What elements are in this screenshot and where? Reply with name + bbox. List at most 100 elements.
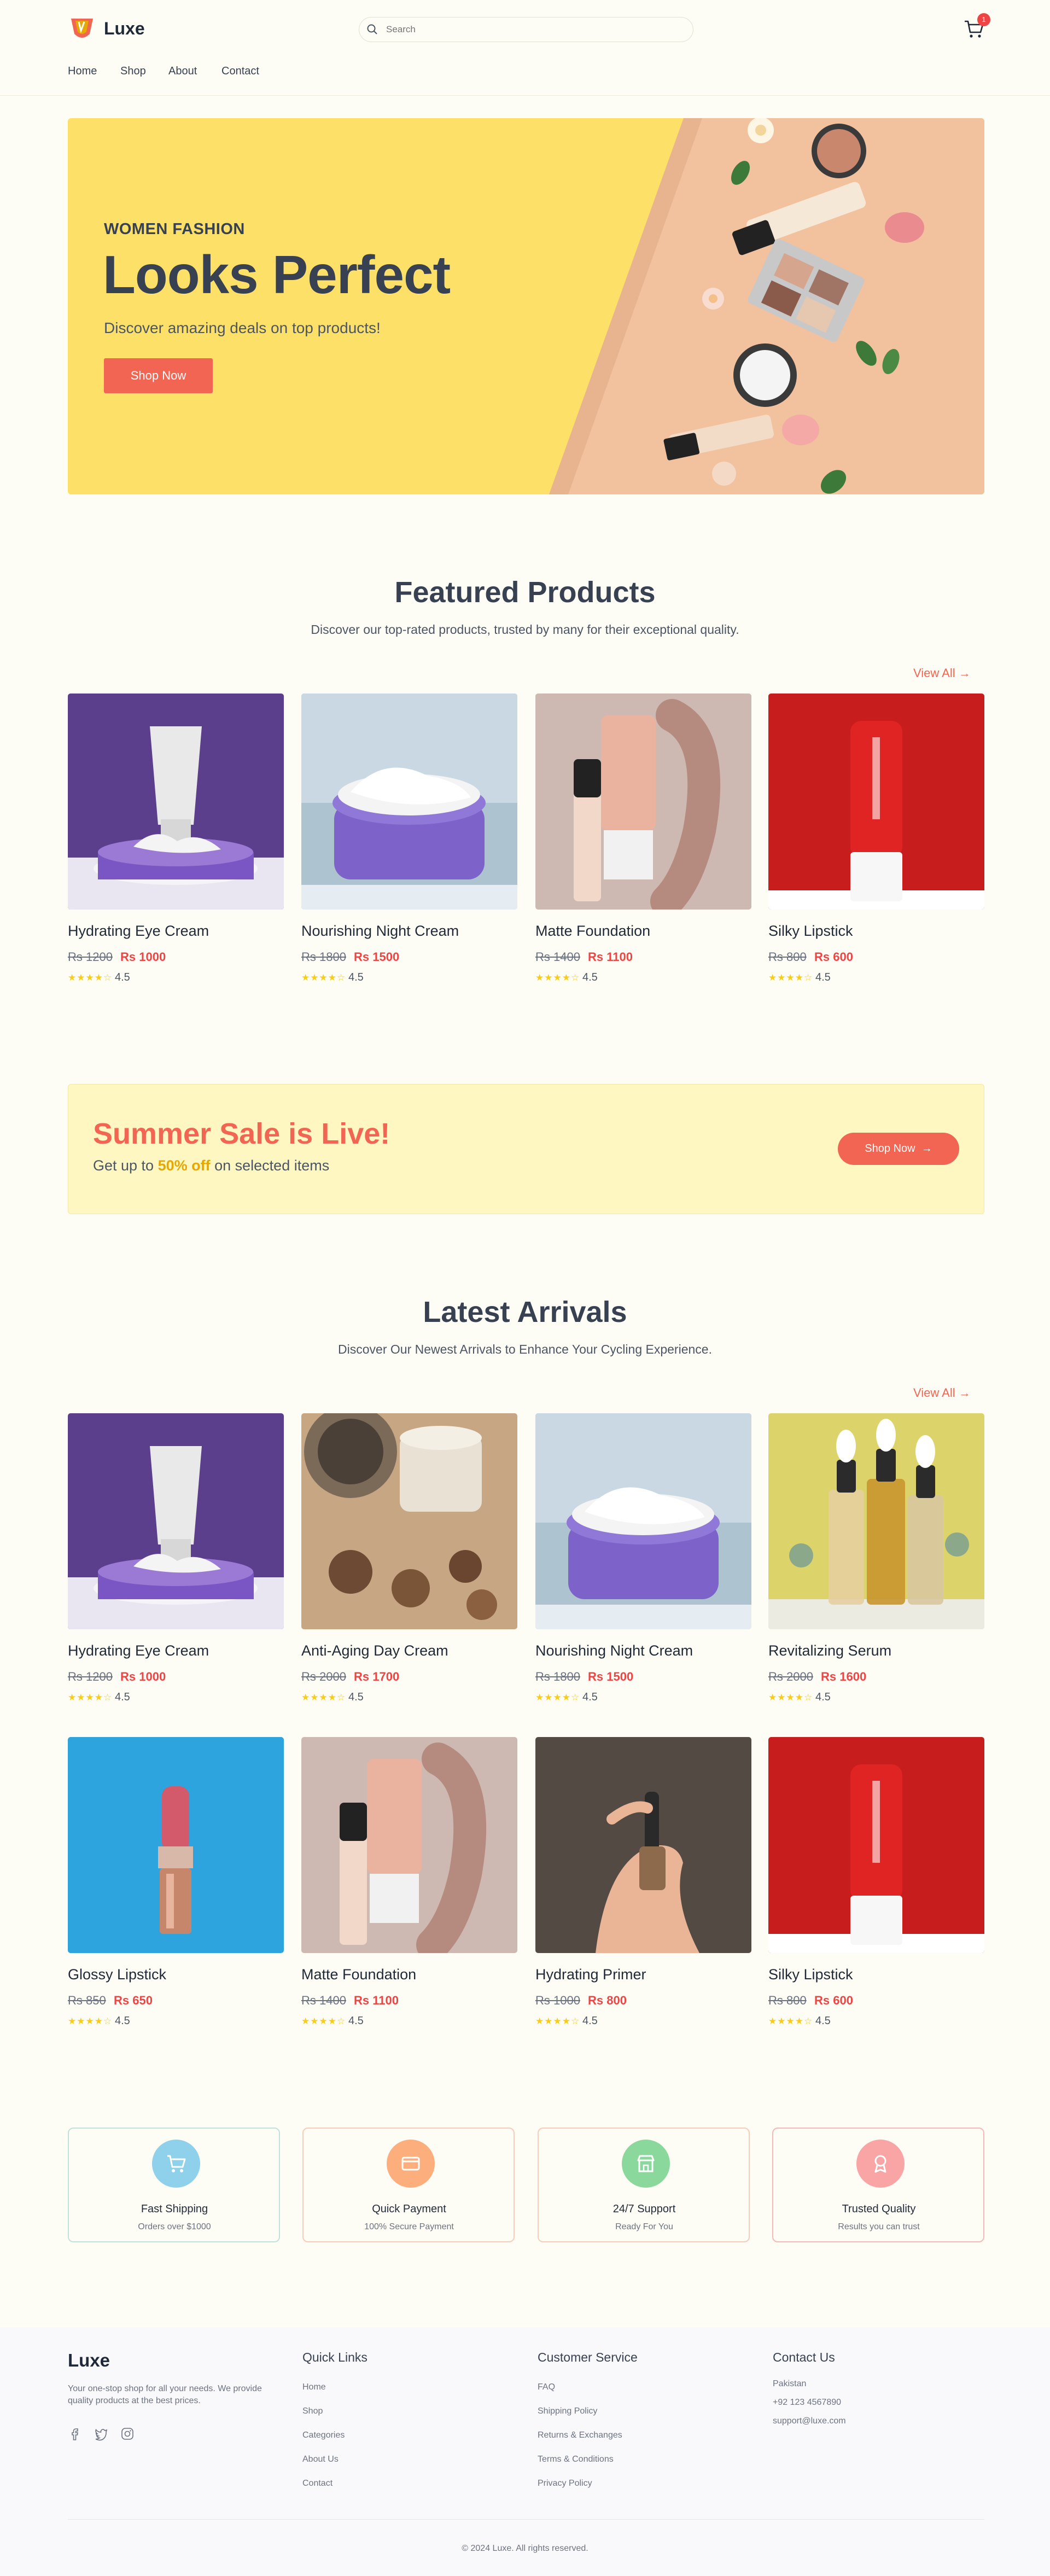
footer-customer-service-item[interactable]: Shipping Policy	[538, 2406, 597, 2416]
product-image[interactable]	[768, 693, 984, 910]
feature-subtitle: Ready For You	[615, 2222, 673, 2231]
footer-customer-service-item[interactable]: Terms & Conditions	[538, 2455, 614, 2464]
logo-icon[interactable]	[68, 15, 96, 43]
sale-shop-now-button[interactable]: Shop Now →	[838, 1133, 959, 1165]
product-image[interactable]	[768, 1737, 984, 1953]
product-name[interactable]: Hydrating Primer	[535, 1966, 646, 1983]
product-image[interactable]	[535, 693, 751, 910]
star-rating-icon: ★★★★☆	[535, 2016, 580, 2026]
feature-subtitle: 100% Secure Payment	[364, 2222, 454, 2231]
site-header	[0, 0, 1050, 96]
credit-card-icon	[387, 2140, 435, 2188]
product-price: Rs 600	[814, 950, 853, 964]
footer-brand[interactable]: Luxe	[68, 2350, 110, 2371]
product-price: Rs 600	[814, 1994, 853, 2007]
product-price: Rs 650	[114, 1994, 153, 2007]
star-rating-icon: ★★★★☆	[68, 972, 113, 983]
latest-title: Latest Arrivals	[423, 1296, 627, 1328]
featured-view-all-link[interactable]: View All →	[913, 666, 971, 680]
product-image[interactable]	[301, 1737, 517, 1953]
star-rating-icon: ★★★★☆	[68, 1692, 113, 1703]
product-card[interactable]: Nourishing Night Cream Rs 1800 Rs 1500 ★★★★…	[301, 693, 517, 1003]
product-image[interactable]	[535, 1737, 751, 1953]
footer-contact-item: +92 123 4567890	[773, 2398, 842, 2407]
product-name[interactable]: Hydrating Eye Cream	[68, 1642, 209, 1659]
latest-view-all-link[interactable]: View All →	[913, 1386, 971, 1400]
product-name[interactable]: Nourishing Night Cream	[301, 923, 459, 940]
product-name[interactable]: Revitalizing Serum	[768, 1642, 891, 1659]
feature-subtitle: Results you can trust	[838, 2222, 920, 2231]
footer-quick-links-item[interactable]: Contact	[302, 2479, 332, 2488]
footer-quick-links-item[interactable]: Shop	[302, 2406, 323, 2416]
footer-quick-links-item[interactable]: Categories	[302, 2431, 345, 2440]
product-price: Rs 1100	[588, 950, 633, 964]
product-card[interactable]: Nourishing Night Cream Rs 1800 Rs 1500 ★★★★…	[535, 1413, 751, 1722]
product-card[interactable]: Hydrating Eye Cream Rs 1200 Rs 1000 ★★★★☆ 4.…	[68, 1413, 284, 1722]
search-icon	[366, 24, 378, 36]
product-name[interactable]: Silky Lipstick	[768, 923, 853, 940]
nav-home[interactable]: Home	[68, 65, 97, 78]
latest-subtitle: Discover Our Newest Arrivals to Enhance …	[338, 1342, 712, 1356]
star-rating-icon: ★★★★☆	[68, 2016, 113, 2026]
product-name[interactable]: Glossy Lipstick	[68, 1966, 166, 1983]
product-card[interactable]: Glossy Lipstick Rs 850 Rs 650 ★★★★☆ 4.5	[68, 1737, 284, 2046]
product-rating: 4.5	[115, 971, 130, 983]
facebook-icon[interactable]	[68, 2427, 82, 2441]
product-image[interactable]	[68, 1737, 284, 1953]
product-card[interactable]: Revitalizing Serum Rs 2000 Rs 1600 ★★★★☆ 4.5	[768, 1413, 984, 1722]
star-rating-icon: ★★★★☆	[535, 972, 580, 983]
product-rating: 4.5	[348, 1691, 364, 1703]
product-image[interactable]	[301, 693, 517, 910]
product-card[interactable]: Silky Lipstick Rs 800 Rs 600 ★★★★☆ 4.5	[768, 693, 984, 1003]
nav-about[interactable]: About	[168, 65, 197, 78]
product-name[interactable]: Silky Lipstick	[768, 1966, 853, 1983]
footer-customer-service-title: Customer Service	[538, 2350, 638, 2364]
product-card[interactable]: Matte Foundation Rs 1400 Rs 1100 ★★★★☆ 4.5	[535, 693, 751, 1003]
brand-name[interactable]: Luxe	[104, 19, 145, 39]
product-old-price: Rs 1800	[301, 950, 346, 964]
product-name[interactable]: Nourishing Night Cream	[535, 1642, 693, 1659]
product-image[interactable]	[68, 693, 284, 910]
product-image[interactable]	[68, 1413, 284, 1629]
product-name[interactable]: Matte Foundation	[301, 1966, 416, 1983]
feature-title: 24/7 Support	[612, 2203, 676, 2215]
twitter-icon[interactable]	[94, 2427, 108, 2441]
product-name[interactable]: Anti-Aging Day Cream	[301, 1642, 448, 1659]
product-name[interactable]: Hydrating Eye Cream	[68, 923, 209, 940]
product-card[interactable]: Hydrating Primer Rs 1000 Rs 800 ★★★★☆ 4.5	[535, 1737, 751, 2046]
feature-title: Fast Shipping	[141, 2203, 208, 2215]
footer-divider	[68, 2519, 984, 2520]
product-price: Rs 1500	[588, 1670, 634, 1683]
feature-subtitle: Orders over $1000	[138, 2222, 211, 2231]
product-price: Rs 1500	[354, 950, 400, 964]
feature-title: Trusted Quality	[842, 2203, 916, 2215]
footer-customer-service-item[interactable]: FAQ	[538, 2382, 555, 2392]
footer-quick-links-item[interactable]: About Us	[302, 2455, 339, 2464]
hero-shop-now-button[interactable]: Shop Now	[104, 358, 213, 393]
star-rating-icon: ★★★★☆	[768, 2016, 813, 2026]
product-price: Rs 1000	[120, 1670, 166, 1683]
footer-customer-service-item[interactable]: Privacy Policy	[538, 2479, 592, 2488]
product-card[interactable]: Silky Lipstick Rs 800 Rs 600 ★★★★☆ 4.5	[768, 1737, 984, 2046]
featured-subtitle: Discover our top-rated products, trusted…	[311, 622, 739, 637]
product-image[interactable]	[301, 1413, 517, 1629]
star-rating-icon: ★★★★☆	[768, 1692, 813, 1703]
sale-highlight: 50% off	[158, 1157, 211, 1174]
product-image[interactable]	[768, 1413, 984, 1629]
product-old-price: Rs 1800	[535, 1670, 580, 1683]
view-all-label: View All	[913, 1386, 955, 1400]
award-icon	[856, 2140, 905, 2188]
product-name[interactable]: Matte Foundation	[535, 923, 650, 940]
search-input[interactable]	[386, 21, 681, 38]
footer-customer-service-item[interactable]: Returns & Exchanges	[538, 2431, 622, 2440]
product-old-price: Rs 1000	[535, 1994, 580, 2007]
product-card[interactable]: Hydrating Eye Cream Rs 1200 Rs 1000 ★★★★☆ 4.…	[68, 693, 284, 1003]
instagram-icon[interactable]	[120, 2427, 135, 2441]
product-card[interactable]: Anti-Aging Day Cream Rs 2000 Rs 1700 ★★★★☆ 4…	[301, 1413, 517, 1722]
nav-shop[interactable]: Shop	[120, 65, 146, 78]
nav-contact[interactable]: Contact	[221, 65, 259, 78]
product-card[interactable]: Matte Foundation Rs 1400 Rs 1100 ★★★★☆ 4.5	[301, 1737, 517, 2046]
sale-button-label: Shop Now	[865, 1143, 915, 1155]
footer-quick-links-item[interactable]: Home	[302, 2382, 326, 2392]
product-image[interactable]	[535, 1413, 751, 1629]
